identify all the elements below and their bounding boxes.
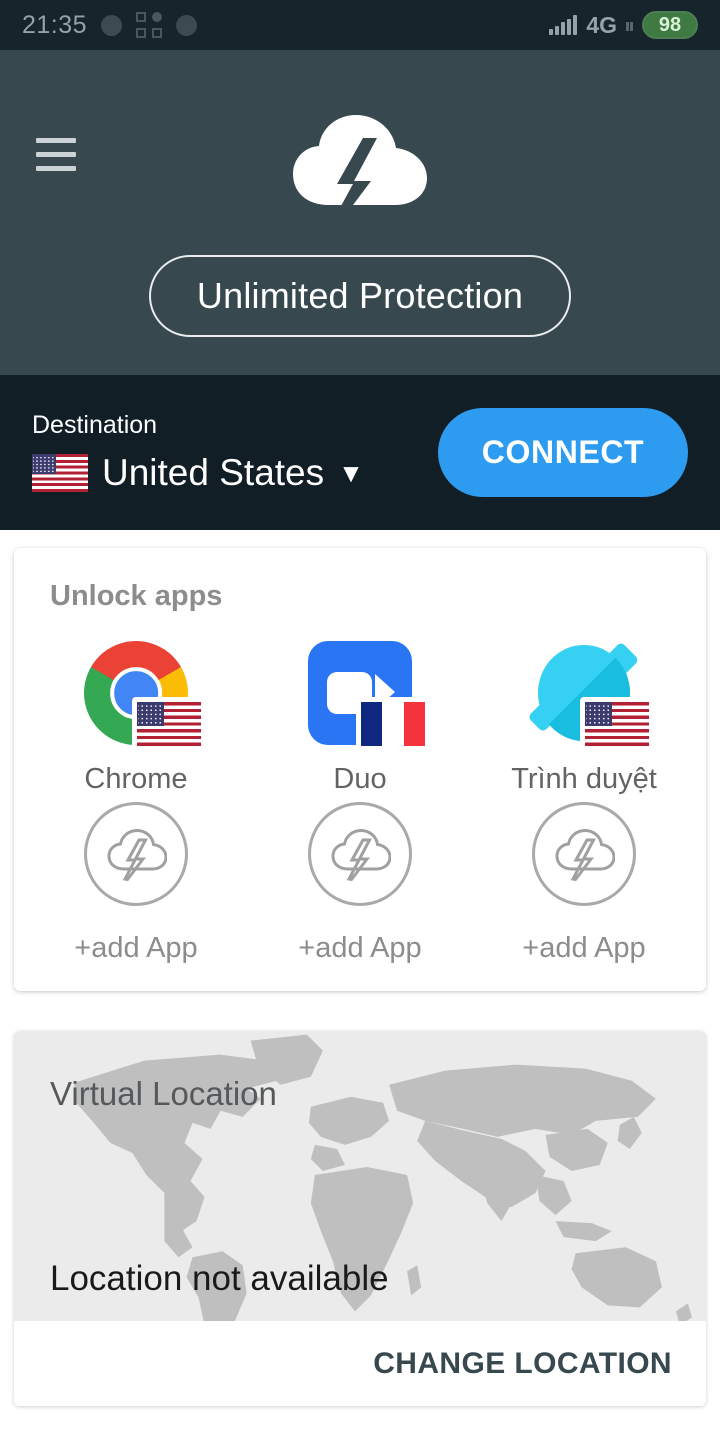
circle-icon bbox=[176, 14, 198, 36]
status-bar: 21:35 4G 98 bbox=[0, 0, 720, 50]
change-location-button[interactable]: CHANGE LOCATION bbox=[373, 1347, 672, 1381]
cloud-lightning-icon bbox=[308, 802, 412, 906]
us-flag-icon bbox=[132, 697, 206, 751]
network-type-label: 4G bbox=[586, 11, 617, 38]
destination-country: United States bbox=[102, 452, 325, 493]
data-transfer-icon bbox=[626, 19, 633, 31]
hamburger-menu-icon[interactable] bbox=[36, 138, 76, 171]
destination-selector[interactable]: Destination United States ▼ bbox=[32, 411, 364, 494]
app-label: Trình duyệt bbox=[511, 763, 657, 795]
location-status: Location not available bbox=[50, 1259, 389, 1298]
us-flag-icon bbox=[32, 454, 88, 492]
add-app-label: +add App bbox=[74, 932, 198, 964]
virtual-location-title: Virtual Location bbox=[50, 1075, 277, 1112]
signal-bars-icon bbox=[549, 15, 578, 35]
browser-icon bbox=[527, 641, 654, 751]
cloud-lightning-icon bbox=[84, 802, 188, 906]
battery-icon: 98 bbox=[642, 11, 698, 39]
add-app-label: +add App bbox=[298, 932, 422, 964]
status-bar-left: 21:35 bbox=[22, 10, 198, 40]
app-item-chrome[interactable]: Chrome bbox=[24, 641, 248, 796]
duo-icon bbox=[308, 641, 430, 751]
app-item-duo[interactable]: Duo bbox=[248, 641, 472, 796]
app-item-browser[interactable]: Trình duyệt bbox=[472, 641, 696, 796]
apps-grid-icon bbox=[136, 12, 163, 38]
destination-bar: Destination United States ▼ CONNECT bbox=[0, 375, 720, 530]
status-bar-right: 4G 98 bbox=[549, 11, 698, 39]
status-time: 21:35 bbox=[22, 10, 88, 39]
add-app-slot[interactable]: +add App bbox=[24, 802, 248, 965]
page-content: Unlock apps Chrome Duo Trình duyệt +add … bbox=[0, 548, 720, 1406]
unlock-apps-card: Unlock apps Chrome Duo Trình duyệt +add … bbox=[14, 548, 706, 991]
circle-icon bbox=[101, 14, 123, 36]
chrome-icon bbox=[84, 641, 206, 751]
cloud-lightning-icon bbox=[532, 802, 636, 906]
connect-button[interactable]: CONNECT bbox=[438, 408, 688, 497]
virtual-location-card: Virtual Location Location not available … bbox=[14, 1031, 706, 1406]
chevron-down-icon[interactable]: ▼ bbox=[338, 460, 364, 486]
france-flag-icon bbox=[356, 697, 430, 751]
unlock-apps-grid: Chrome Duo Trình duyệt +add App +add App… bbox=[14, 613, 706, 991]
world-map[interactable]: Virtual Location Location not available bbox=[14, 1031, 706, 1321]
unlimited-protection-badge[interactable]: Unlimited Protection bbox=[148, 255, 572, 337]
us-flag-icon bbox=[580, 697, 654, 751]
unlock-apps-title: Unlock apps bbox=[50, 580, 223, 612]
add-app-label: +add App bbox=[522, 932, 646, 964]
app-label: Chrome bbox=[84, 763, 188, 795]
add-app-slot[interactable]: +add App bbox=[472, 802, 696, 965]
cloud-lightning-logo bbox=[285, 105, 435, 235]
app-label: Duo bbox=[333, 763, 387, 795]
app-header: Unlimited Protection bbox=[0, 50, 720, 375]
destination-value-row[interactable]: United States ▼ bbox=[32, 452, 364, 494]
destination-label: Destination bbox=[32, 411, 158, 439]
virtual-location-footer: CHANGE LOCATION bbox=[14, 1321, 706, 1406]
add-app-slot[interactable]: +add App bbox=[248, 802, 472, 965]
